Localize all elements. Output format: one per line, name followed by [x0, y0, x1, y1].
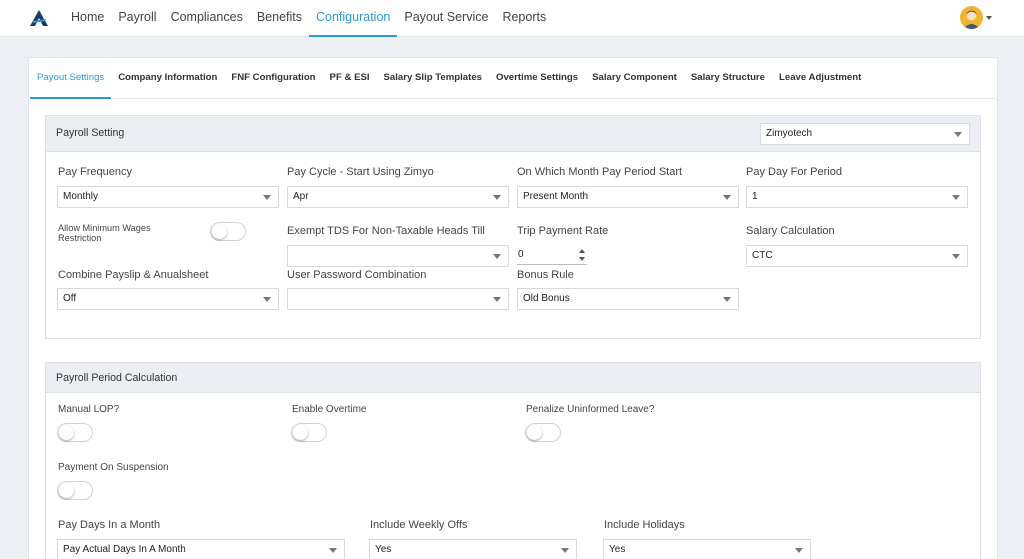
pay-cycle-value: Apr — [293, 191, 309, 202]
chevron-down-icon — [263, 297, 271, 302]
pay-days-label: Pay Days In a Month — [58, 519, 161, 531]
trip-rate-input[interactable]: 0 — [517, 245, 587, 265]
min-wages-toggle[interactable] — [210, 222, 246, 241]
payment-suspension-label: Payment On Suspension — [58, 462, 169, 473]
company-select-value: Zimyotech — [766, 128, 813, 139]
holidays-select[interactable]: Yes — [603, 539, 811, 559]
toggle-knob — [59, 425, 74, 440]
pay-days-value: Pay Actual Days In A Month — [63, 544, 186, 555]
panel-header: Payroll Setting Zimyotech — [46, 116, 980, 152]
salary-calc-label: Salary Calculation — [746, 225, 835, 237]
trip-rate-label: Trip Payment Rate — [517, 225, 609, 237]
holidays-label: Include Holidays — [604, 519, 685, 531]
chevron-down-icon — [952, 195, 960, 200]
chevron-down-icon — [493, 297, 501, 302]
toggle-knob — [212, 224, 227, 239]
pay-day-value: 1 — [752, 191, 758, 202]
pay-day-select[interactable]: 1 — [746, 186, 968, 208]
chevron-down-icon — [493, 195, 501, 200]
nav-compliances[interactable]: Compliances — [164, 0, 250, 37]
combine-payslip-select[interactable]: Off — [57, 288, 279, 310]
nav-payout-service[interactable]: Payout Service — [397, 0, 495, 37]
payroll-setting-panel: Payroll Setting Zimyotech Pay Frequency … — [45, 115, 981, 339]
tab-fnf-configuration[interactable]: FNF Configuration — [224, 58, 322, 99]
tab-company-information[interactable]: Company Information — [111, 58, 224, 99]
user-password-select[interactable] — [287, 288, 509, 310]
user-avatar-icon[interactable] — [960, 6, 983, 29]
toggle-knob — [293, 425, 308, 440]
tab-salary-structure[interactable]: Salary Structure — [684, 58, 772, 99]
company-select[interactable]: Zimyotech — [760, 123, 970, 145]
chevron-down-icon — [954, 132, 962, 137]
holidays-value: Yes — [609, 544, 626, 555]
nav-home[interactable]: Home — [64, 0, 111, 37]
pay-period-start-value: Present Month — [523, 191, 589, 202]
salary-calc-select[interactable]: CTC — [746, 245, 968, 267]
pay-frequency-select[interactable]: Monthly — [57, 186, 279, 208]
chevron-down-icon — [723, 195, 731, 200]
enable-overtime-toggle[interactable] — [291, 423, 327, 442]
panel-title: Payroll Setting — [56, 127, 125, 139]
number-spinner-icon[interactable] — [579, 248, 585, 262]
tab-salary-component[interactable]: Salary Component — [585, 58, 684, 99]
toggle-knob — [527, 425, 542, 440]
salary-calc-value: CTC — [752, 250, 773, 261]
weekly-offs-select[interactable]: Yes — [369, 539, 577, 559]
weekly-offs-label: Include Weekly Offs — [370, 519, 468, 531]
panel-header: Payroll Period Calculation — [46, 363, 980, 393]
tab-salary-slip-templates[interactable]: Salary Slip Templates — [377, 58, 489, 99]
payment-suspension-toggle[interactable] — [57, 481, 93, 500]
payroll-period-panel: Payroll Period Calculation Manual LOP? E… — [45, 362, 981, 559]
tab-pf-esi[interactable]: PF & ESI — [323, 58, 377, 99]
pay-day-label: Pay Day For Period — [746, 166, 842, 178]
penalize-leave-label: Penalize Uninformed Leave? — [526, 404, 655, 415]
user-password-label: User Password Combination — [287, 269, 427, 281]
toggle-knob — [59, 483, 74, 498]
nav-benefits[interactable]: Benefits — [250, 0, 309, 37]
nav-reports[interactable]: Reports — [495, 0, 553, 37]
manual-lop-label: Manual LOP? — [58, 404, 120, 415]
chevron-down-icon — [795, 548, 803, 553]
pay-frequency-label: Pay Frequency — [58, 166, 132, 178]
main-nav: Home Payroll Compliances Benefits Config… — [64, 0, 553, 37]
app-logo-icon[interactable] — [30, 10, 48, 26]
penalize-leave-toggle[interactable] — [525, 423, 561, 442]
pay-cycle-select[interactable]: Apr — [287, 186, 509, 208]
bonus-rule-label: Bonus Rule — [517, 269, 574, 281]
settings-card: Payout Settings Company Information FNF … — [28, 57, 998, 559]
bonus-rule-value: Old Bonus — [523, 293, 570, 304]
chevron-down-icon — [263, 195, 271, 200]
bonus-rule-select[interactable]: Old Bonus — [517, 288, 739, 310]
enable-overtime-label: Enable Overtime — [292, 404, 367, 415]
tab-overtime-settings[interactable]: Overtime Settings — [489, 58, 585, 99]
top-navbar: Home Payroll Compliances Benefits Config… — [0, 0, 1024, 37]
config-tabs: Payout Settings Company Information FNF … — [29, 58, 997, 99]
nav-configuration[interactable]: Configuration — [309, 0, 398, 37]
weekly-offs-value: Yes — [375, 544, 392, 555]
combine-payslip-value: Off — [63, 293, 77, 304]
pay-period-start-select[interactable]: Present Month — [517, 186, 739, 208]
chevron-down-icon — [493, 254, 501, 259]
pay-period-start-label: On Which Month Pay Period Start — [517, 166, 683, 178]
chevron-down-icon — [329, 548, 337, 553]
trip-rate-value: 0 — [518, 249, 524, 260]
pay-cycle-label: Pay Cycle - Start Using Zimyo — [287, 166, 434, 178]
nav-payroll[interactable]: Payroll — [111, 0, 163, 37]
chevron-down-icon — [561, 548, 569, 553]
chevron-down-icon[interactable] — [986, 16, 992, 20]
exempt-tds-label: Exempt TDS For Non-Taxable Heads Till — [287, 225, 485, 237]
pay-days-select[interactable]: Pay Actual Days In A Month — [57, 539, 345, 559]
tab-payout-settings[interactable]: Payout Settings — [30, 58, 112, 99]
chevron-down-icon — [952, 254, 960, 259]
tab-leave-adjustment[interactable]: Leave Adjustment — [772, 58, 868, 99]
panel-title: Payroll Period Calculation — [56, 372, 178, 384]
pay-frequency-value: Monthly — [63, 191, 99, 202]
combine-payslip-label: Combine Payslip & Anualsheet — [58, 269, 209, 281]
min-wages-label: Allow Minimum Wages Restriction — [58, 223, 151, 243]
exempt-tds-select[interactable] — [287, 245, 509, 267]
manual-lop-toggle[interactable] — [57, 423, 93, 442]
chevron-down-icon — [723, 297, 731, 302]
